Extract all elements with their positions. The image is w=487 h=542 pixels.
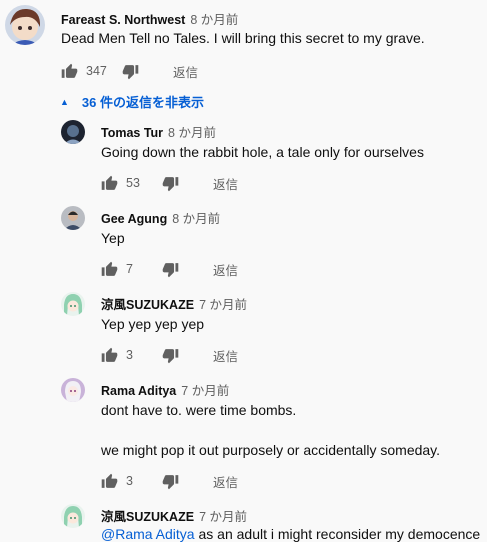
comment-time[interactable]: 7 か月前 (199, 510, 247, 524)
reply-text-body: as an adult i might reconsider my democe… (194, 526, 481, 542)
hide-replies-label: 36 件の返信を非表示 (81, 94, 204, 110)
avatar[interactable] (61, 206, 85, 230)
avatar[interactable] (61, 120, 85, 144)
reply-author-line: 涼風SUZUKAZE 7 か月前 (101, 506, 247, 525)
like-count: 3 (126, 348, 133, 362)
comment-time[interactable]: 8 か月前 (172, 212, 220, 226)
avatar[interactable] (61, 504, 85, 528)
comment-time[interactable]: 7 か月前 (181, 384, 229, 398)
reply-button[interactable]: 返信 (213, 472, 238, 491)
like-count: 53 (126, 176, 140, 190)
reply-button[interactable]: 返信 (213, 346, 238, 365)
reply-text-line: dont have to. were time bombs. (101, 402, 297, 418)
reply-button[interactable]: 返信 (213, 260, 238, 279)
avatar[interactable] (61, 292, 85, 316)
reply-author-line: 涼風SUZUKAZE 7 か月前 (101, 294, 247, 313)
like-count: 347 (86, 64, 107, 78)
avatar[interactable] (61, 378, 85, 402)
dislike-icon[interactable] (162, 261, 179, 278)
author-name[interactable]: 涼風SUZUKAZE (101, 510, 194, 524)
like-icon[interactable] (101, 347, 118, 364)
mention-link[interactable]: @Rama Aditya (101, 526, 195, 542)
reply-text-line: we might pop it out purposely or acciden… (101, 442, 441, 458)
comment-text: Dead Men Tell no Tales. I will bring thi… (61, 30, 425, 46)
reply-author-line: Gee Agung 8 か月前 (101, 208, 220, 227)
author-name[interactable]: Fareast S. Northwest (61, 13, 185, 27)
like-icon[interactable] (101, 175, 118, 192)
dislike-icon[interactable] (162, 175, 179, 192)
reply-actions: 3 返信 (101, 471, 238, 491)
reply-text: Yep (101, 230, 125, 246)
reply-actions: 53 返信 (101, 173, 238, 193)
author-name[interactable]: Tomas Tur (101, 126, 163, 140)
dislike-icon[interactable] (162, 347, 179, 364)
comment-time[interactable]: 8 か月前 (168, 126, 216, 140)
reply-button[interactable]: 返信 (173, 62, 198, 81)
reply-text: Yep yep yep yep (101, 316, 205, 332)
comment-time[interactable]: 7 か月前 (199, 298, 247, 312)
dislike-icon[interactable] (162, 473, 179, 490)
avatar[interactable] (5, 5, 45, 45)
reply-author-line: Tomas Tur 8 か月前 (101, 122, 216, 141)
reply-actions: 3 返信 (101, 345, 238, 365)
like-icon[interactable] (101, 473, 118, 490)
reply-text: @Rama Aditya as an adult i might reconsi… (101, 526, 487, 542)
like-count: 3 (126, 474, 133, 488)
like-icon[interactable] (61, 63, 78, 80)
reply-text: Going down the rabbit hole, a tale only … (101, 144, 424, 160)
author-name[interactable]: Rama Aditya (101, 384, 176, 398)
caret-up-icon: ▲ (60, 96, 69, 107)
reply-button[interactable]: 返信 (213, 174, 238, 193)
author-name[interactable]: 涼風SUZUKAZE (101, 298, 194, 312)
like-icon[interactable] (101, 261, 118, 278)
comment-author-line: Fareast S. Northwest 8 か月前 (61, 9, 238, 28)
hide-replies-button[interactable]: ▲ 36 件の返信を非表示 (60, 91, 204, 111)
reply-author-line: Rama Aditya 7 か月前 (101, 380, 229, 399)
comment-time[interactable]: 8 か月前 (190, 13, 238, 27)
reply-actions: 7 返信 (101, 259, 238, 279)
like-count: 7 (126, 262, 133, 276)
dislike-icon[interactable] (122, 63, 139, 80)
author-name[interactable]: Gee Agung (101, 212, 167, 226)
comment-actions: 347 返信 (61, 61, 198, 81)
